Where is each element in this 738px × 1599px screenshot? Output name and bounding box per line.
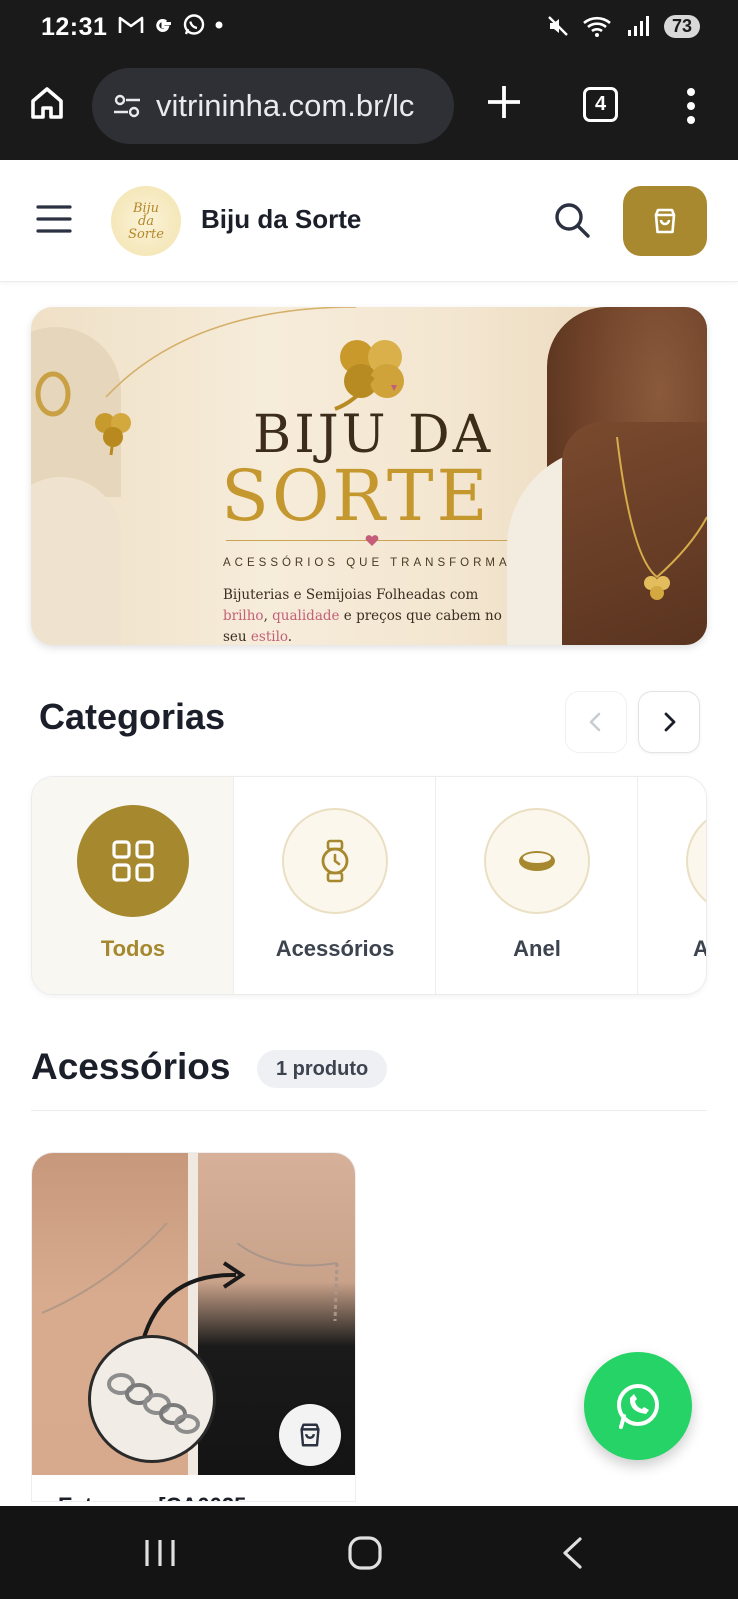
product-count-badge: 1 produto — [257, 1050, 388, 1088]
tab-switcher-button[interactable]: 4 — [583, 87, 618, 122]
heart-icon — [365, 535, 379, 546]
gmail-icon — [118, 16, 144, 33]
site-settings-icon[interactable] — [112, 91, 142, 121]
category-card-acessorios[interactable]: Acessórios — [234, 777, 436, 994]
site-header: Biju da Sorte Biju da Sorte — [0, 160, 738, 282]
recent-apps-icon[interactable] — [143, 1538, 177, 1568]
category-icon-circle — [484, 808, 590, 914]
clover-logo-icon — [334, 340, 404, 411]
chevron-right-icon — [664, 712, 676, 732]
banner-description: Bijuterias e Semijoias Folheadas com bri… — [223, 587, 502, 645]
store-logo[interactable]: Biju da Sorte — [111, 186, 181, 256]
system-icons: 73 — [546, 14, 700, 38]
browser-toolbar: vitrininha.com.br/lc 4 — [0, 56, 738, 160]
cart-button[interactable] — [623, 186, 707, 256]
url-text[interactable]: vitrininha.com.br/lc — [156, 88, 414, 124]
home-button-icon[interactable] — [347, 1535, 383, 1571]
chain-illustration — [237, 1243, 339, 1322]
section-divider — [31, 1110, 707, 1111]
ring-decor-icon — [35, 371, 71, 417]
category-icon-circle — [77, 805, 189, 917]
category-card-todos[interactable]: Todos — [32, 777, 234, 994]
product-name[interactable]: Extensor [CA0025 — [58, 1493, 246, 1501]
shopping-bag-icon — [300, 1423, 320, 1447]
section-title: Acessórios — [31, 1046, 231, 1087]
status-bar: 12:31 73 — [0, 0, 738, 56]
battery-indicator: 73 — [663, 14, 700, 38]
menu-icon[interactable] — [36, 201, 72, 237]
chain-link-icon — [107, 1373, 200, 1434]
home-icon[interactable] — [28, 84, 66, 122]
banner-gold-swirl — [105, 307, 357, 398]
back-icon[interactable] — [558, 1536, 588, 1570]
category-card-anel[interactable]: Anel — [436, 777, 638, 994]
banner-title-line2: SORTE — [221, 455, 491, 537]
category-label: Acessórios — [275, 936, 395, 961]
product-card[interactable]: Extensor [CA0025 — [31, 1152, 356, 1502]
notification-icons — [118, 13, 224, 37]
more-options-icon[interactable] — [686, 86, 696, 126]
whatsapp-button[interactable] — [584, 1352, 692, 1460]
category-label: Todos — [100, 936, 166, 961]
necklace-icon — [616, 437, 707, 600]
category-icon-circle — [282, 808, 388, 914]
store-name[interactable]: Biju da Sorte — [201, 204, 361, 235]
grid-icon — [112, 840, 154, 882]
clover-icon — [95, 413, 131, 456]
hero-banner[interactable]: BIJU DA SORTE ACESSÓRIOS QUE TRANSFORMAM… — [31, 307, 707, 645]
categories-prev-button[interactable] — [565, 691, 627, 753]
new-tab-icon[interactable] — [484, 82, 524, 122]
chevron-left-icon — [589, 712, 601, 732]
search-icon[interactable] — [552, 200, 592, 240]
banner-tagline: ACESSÓRIOS QUE TRANSFORMAM — [223, 557, 525, 569]
watch-icon — [321, 839, 349, 883]
ring-icon — [519, 851, 555, 871]
add-to-cart-button[interactable] — [279, 1404, 341, 1466]
categories-carousel[interactable]: Todos Acessórios Anel A — [31, 776, 707, 995]
mute-icon — [548, 16, 568, 36]
categories-title: Categorias — [39, 696, 226, 737]
category-label: A — [600, 936, 706, 962]
status-time: 12:31 — [41, 13, 108, 41]
categories-next-button[interactable] — [638, 691, 700, 753]
category-icon-circle — [686, 808, 706, 914]
dot-icon — [215, 21, 223, 29]
signal-icon — [627, 16, 649, 36]
whatsapp-icon — [617, 1384, 659, 1429]
wifi-icon — [583, 16, 611, 37]
address-bar[interactable]: vitrininha.com.br/lc — [92, 68, 454, 144]
logo-lettering: Biju da Sorte — [128, 200, 164, 242]
chain-closeup — [88, 1335, 216, 1463]
system-navigation-bar — [0, 1506, 738, 1599]
category-card-partial[interactable]: A — [638, 777, 706, 994]
google-icon — [156, 19, 171, 32]
whatsapp-icon — [183, 14, 205, 35]
banner-decor-arch — [31, 477, 121, 645]
shopping-bag-icon — [654, 208, 676, 234]
